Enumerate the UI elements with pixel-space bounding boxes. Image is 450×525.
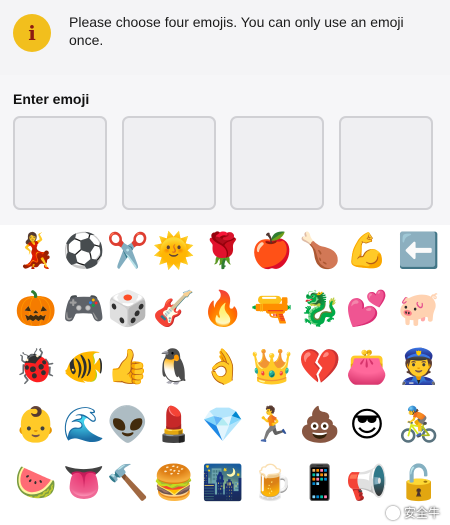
emoji-key[interactable]: 🌃 (199, 459, 247, 507)
emoji-key[interactable]: 👶 (12, 401, 60, 449)
emoji-key[interactable]: 👍 (104, 343, 152, 391)
emoji-key[interactable]: 👮 (395, 343, 443, 391)
emoji-key[interactable]: ⚽ (60, 227, 108, 275)
emoji-key[interactable]: 🔥 (199, 285, 247, 333)
emoji-key[interactable]: 📱 (296, 459, 344, 507)
emoji-key[interactable]: 🐧 (150, 343, 198, 391)
info-icon-glyph: i (28, 21, 36, 45)
emoji-key[interactable]: 🎮 (60, 285, 108, 333)
watermark-text: 安全牛 (403, 506, 440, 520)
instruction-text: Please choose four emojis. You can only … (69, 14, 404, 48)
watermark-logo-icon (385, 505, 400, 520)
emoji-key[interactable]: 🎃 (12, 285, 60, 333)
emoji-key[interactable]: 🐠 (60, 343, 108, 391)
info-icon: i (13, 14, 51, 52)
emoji-key[interactable]: 🎲 (104, 285, 152, 333)
emoji-key[interactable]: 🐞 (12, 343, 60, 391)
emoji-key[interactable]: 💪 (343, 227, 391, 275)
emoji-key[interactable]: 🌊 (60, 401, 108, 449)
emoji-slot-4[interactable] (339, 116, 433, 210)
emoji-key[interactable]: 👛 (343, 343, 391, 391)
emoji-slot-1[interactable] (13, 116, 107, 210)
emoji-keyboard: 💃 ⚽ ✂️ 🌞 🌹 🍎 🍗 💪 ⬅️ 🎃 🎮 🎲 🎸 🔥 🔫 🐉 💕 🐖 🐞 🐠 👍 🐧 👌 👑 💔 👛 👮 👶 🌊 👽 💄 💎 🏃 💩 😎 🚴 🍉 👅… (0, 225, 450, 525)
emoji-key[interactable]: 💎 (199, 401, 247, 449)
emoji-key[interactable]: 💩 (296, 401, 344, 449)
enter-emoji-label: Enter emoji (13, 91, 90, 107)
emoji-key[interactable]: 💃 (12, 227, 60, 275)
emoji-slot-3[interactable] (230, 116, 324, 210)
emoji-key[interactable]: 🐖 (395, 285, 443, 333)
emoji-key[interactable]: 💄 (150, 401, 198, 449)
info-banner: i Please choose four emojis. You can onl… (0, 0, 450, 75)
watermark: 安全牛 (385, 504, 440, 521)
emoji-key[interactable]: 🍎 (248, 227, 296, 275)
emoji-key[interactable]: 🐉 (296, 285, 344, 333)
emoji-key[interactable]: ⬅️ (395, 227, 443, 275)
emoji-entry-panel: Enter emoji (0, 75, 450, 225)
emoji-key[interactable]: 💔 (296, 343, 344, 391)
emoji-key[interactable]: 🌹 (199, 227, 247, 275)
emoji-slot-2[interactable] (122, 116, 216, 210)
emoji-key[interactable]: 🔓 (395, 459, 443, 507)
emoji-key[interactable]: 🔫 (248, 285, 296, 333)
emoji-key[interactable]: 🍔 (150, 459, 198, 507)
emoji-key[interactable]: 👑 (248, 343, 296, 391)
emoji-key[interactable]: 😎 (343, 401, 391, 449)
emoji-key[interactable]: 🏃 (248, 401, 296, 449)
emoji-key[interactable]: 🎸 (150, 285, 198, 333)
emoji-key[interactable]: 👅 (60, 459, 108, 507)
emoji-password-screen: i Please choose four emojis. You can onl… (0, 0, 450, 525)
emoji-key[interactable]: 🍉 (12, 459, 60, 507)
emoji-key[interactable]: 🔨 (104, 459, 152, 507)
emoji-key[interactable]: 📢 (343, 459, 391, 507)
emoji-key[interactable]: 🚴 (395, 401, 443, 449)
emoji-key[interactable]: 🍗 (296, 227, 344, 275)
emoji-key[interactable]: 🍺 (248, 459, 296, 507)
emoji-key[interactable]: 💕 (343, 285, 391, 333)
emoji-key[interactable]: 🌞 (150, 227, 198, 275)
emoji-key[interactable]: 👌 (199, 343, 247, 391)
emoji-key[interactable]: ✂️ (104, 227, 152, 275)
emoji-key[interactable]: 👽 (104, 401, 152, 449)
